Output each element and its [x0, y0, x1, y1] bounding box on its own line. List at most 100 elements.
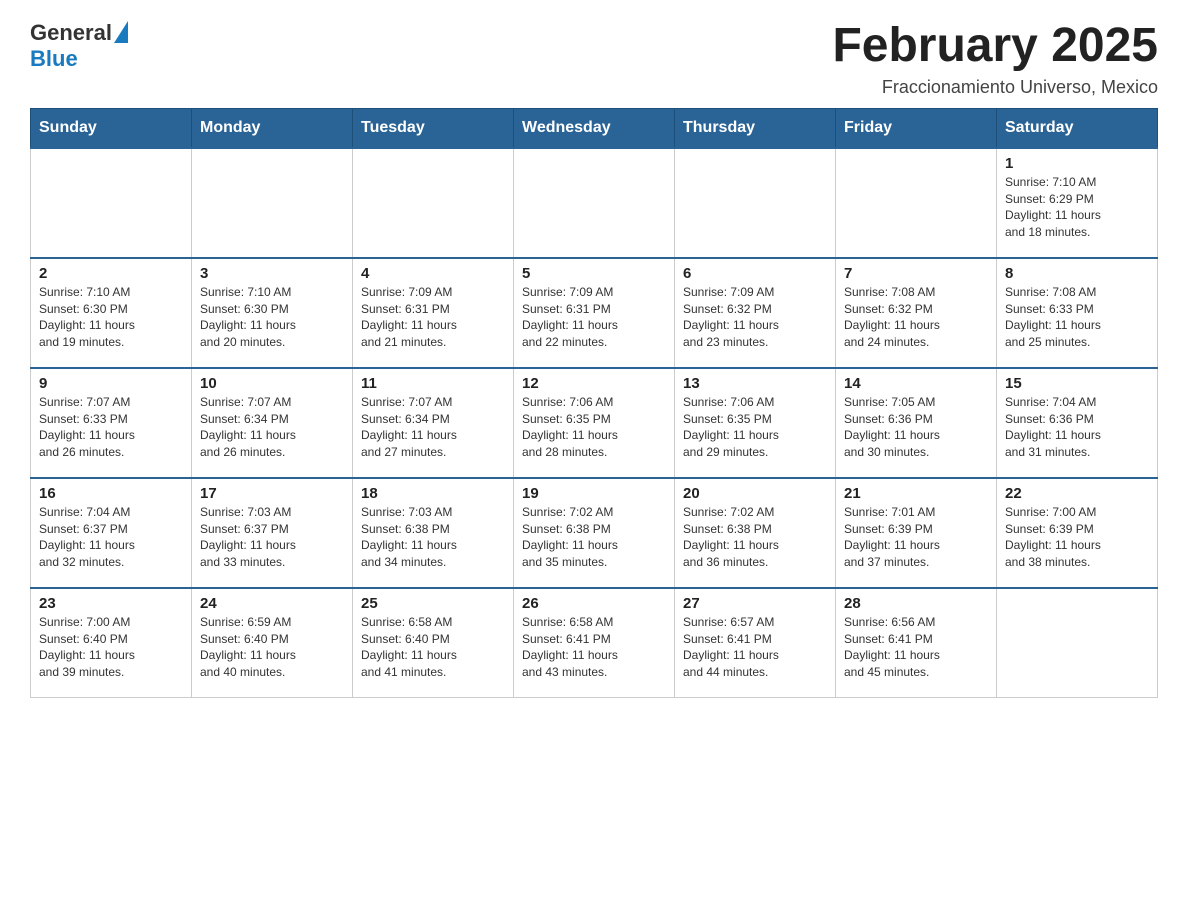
- calendar-cell: 21 Sunrise: 7:01 AM Sunset: 6:39 PM Dayli…: [836, 478, 997, 588]
- calendar-cell: 23Sunrise: 7:00 AM Sunset: 6:40 PM Dayli…: [31, 588, 192, 698]
- calendar-header-row: SundayMondayTuesdayWednesdayThursdayFrid…: [31, 108, 1158, 148]
- day-info: Sunrise: 7:07 AM Sunset: 6:33 PM Dayligh…: [39, 394, 183, 461]
- day-info: Sunrise: 7:02 AM Sunset: 6:38 PM Dayligh…: [683, 504, 827, 571]
- title-area: February 2025 Fraccionamiento Universo, …: [832, 20, 1158, 98]
- day-info: Sunrise: 7:00 AM Sunset: 6:39 PM Dayligh…: [1005, 504, 1149, 571]
- weekday-header-saturday: Saturday: [997, 108, 1158, 148]
- day-info: Sunrise: 6:57 AM Sunset: 6:41 PM Dayligh…: [683, 614, 827, 681]
- calendar-cell: 22 Sunrise: 7:00 AM Sunset: 6:39 PM Dayli…: [997, 478, 1158, 588]
- day-info: Sunrise: 7:04 AM Sunset: 6:36 PM Dayligh…: [1005, 394, 1149, 461]
- day-info: Sunrise: 6:56 AM Sunset: 6:41 PM Dayligh…: [844, 614, 988, 681]
- calendar-cell: 19 Sunrise: 7:02 AM Sunset: 6:38 PM Dayli…: [514, 478, 675, 588]
- day-info: Sunrise: 7:06 AM Sunset: 6:35 PM Dayligh…: [683, 394, 827, 461]
- calendar-cell: 11 Sunrise: 7:07 AM Sunset: 6:34 PM Dayli…: [353, 368, 514, 478]
- weekday-header-monday: Monday: [192, 108, 353, 148]
- day-number: 28: [844, 595, 988, 612]
- day-info: Sunrise: 7:08 AM Sunset: 6:33 PM Dayligh…: [1005, 284, 1149, 351]
- calendar-cell: 15 Sunrise: 7:04 AM Sunset: 6:36 PM Dayli…: [997, 368, 1158, 478]
- day-info: Sunrise: 7:06 AM Sunset: 6:35 PM Dayligh…: [522, 394, 666, 461]
- day-number: 16: [39, 485, 183, 502]
- day-info: Sunrise: 7:07 AM Sunset: 6:34 PM Dayligh…: [200, 394, 344, 461]
- calendar-cell: 26Sunrise: 6:58 AM Sunset: 6:41 PM Dayli…: [514, 588, 675, 698]
- calendar-cell: 20 Sunrise: 7:02 AM Sunset: 6:38 PM Dayli…: [675, 478, 836, 588]
- day-info: Sunrise: 7:08 AM Sunset: 6:32 PM Dayligh…: [844, 284, 988, 351]
- day-info: Sunrise: 7:10 AM Sunset: 6:30 PM Dayligh…: [200, 284, 344, 351]
- calendar-cell: [514, 148, 675, 258]
- calendar-cell: 2 Sunrise: 7:10 AM Sunset: 6:30 PM Daylig…: [31, 258, 192, 368]
- day-info: Sunrise: 7:05 AM Sunset: 6:36 PM Dayligh…: [844, 394, 988, 461]
- calendar-cell: [997, 588, 1158, 698]
- day-number: 14: [844, 375, 988, 392]
- calendar-cell: 18 Sunrise: 7:03 AM Sunset: 6:38 PM Dayli…: [353, 478, 514, 588]
- day-number: 7: [844, 265, 988, 282]
- calendar-cell: 9Sunrise: 7:07 AM Sunset: 6:33 PM Daylig…: [31, 368, 192, 478]
- page-header: General Blue February 2025 Fraccionamien…: [30, 20, 1158, 98]
- calendar-table: SundayMondayTuesdayWednesdayThursdayFrid…: [30, 108, 1158, 699]
- calendar-cell: [353, 148, 514, 258]
- logo-blue: Blue: [30, 46, 78, 71]
- location: Fraccionamiento Universo, Mexico: [832, 77, 1158, 98]
- day-info: Sunrise: 7:01 AM Sunset: 6:39 PM Dayligh…: [844, 504, 988, 571]
- day-number: 25: [361, 595, 505, 612]
- day-info: Sunrise: 7:00 AM Sunset: 6:40 PM Dayligh…: [39, 614, 183, 681]
- calendar-cell: 7 Sunrise: 7:08 AM Sunset: 6:32 PM Daylig…: [836, 258, 997, 368]
- day-number: 27: [683, 595, 827, 612]
- day-number: 24: [200, 595, 344, 612]
- day-number: 12: [522, 375, 666, 392]
- day-info: Sunrise: 7:07 AM Sunset: 6:34 PM Dayligh…: [361, 394, 505, 461]
- day-info: Sunrise: 7:02 AM Sunset: 6:38 PM Dayligh…: [522, 504, 666, 571]
- day-number: 6: [683, 265, 827, 282]
- day-number: 18: [361, 485, 505, 502]
- day-number: 2: [39, 265, 183, 282]
- calendar-cell: 6 Sunrise: 7:09 AM Sunset: 6:32 PM Daylig…: [675, 258, 836, 368]
- calendar-cell: 4Sunrise: 7:09 AM Sunset: 6:31 PM Daylig…: [353, 258, 514, 368]
- calendar-cell: 24Sunrise: 6:59 AM Sunset: 6:40 PM Dayli…: [192, 588, 353, 698]
- day-info: Sunrise: 7:09 AM Sunset: 6:31 PM Dayligh…: [522, 284, 666, 351]
- calendar-cell: 17 Sunrise: 7:03 AM Sunset: 6:37 PM Dayli…: [192, 478, 353, 588]
- calendar-cell: [675, 148, 836, 258]
- day-number: 15: [1005, 375, 1149, 392]
- day-info: Sunrise: 7:10 AM Sunset: 6:30 PM Dayligh…: [39, 284, 183, 351]
- weekday-header-sunday: Sunday: [31, 108, 192, 148]
- day-number: 10: [200, 375, 344, 392]
- day-info: Sunrise: 7:03 AM Sunset: 6:37 PM Dayligh…: [200, 504, 344, 571]
- calendar-week-row: 23Sunrise: 7:00 AM Sunset: 6:40 PM Dayli…: [31, 588, 1158, 698]
- calendar-cell: 16 Sunrise: 7:04 AM Sunset: 6:37 PM Dayli…: [31, 478, 192, 588]
- day-number: 20: [683, 485, 827, 502]
- day-number: 8: [1005, 265, 1149, 282]
- day-number: 1: [1005, 155, 1149, 172]
- calendar-week-row: 9Sunrise: 7:07 AM Sunset: 6:33 PM Daylig…: [31, 368, 1158, 478]
- day-number: 11: [361, 375, 505, 392]
- day-info: Sunrise: 7:10 AM Sunset: 6:29 PM Dayligh…: [1005, 174, 1149, 241]
- day-number: 19: [522, 485, 666, 502]
- calendar-cell: 12 Sunrise: 7:06 AM Sunset: 6:35 PM Dayli…: [514, 368, 675, 478]
- calendar-cell: 14 Sunrise: 7:05 AM Sunset: 6:36 PM Dayli…: [836, 368, 997, 478]
- calendar-cell: 25Sunrise: 6:58 AM Sunset: 6:40 PM Dayli…: [353, 588, 514, 698]
- day-number: 13: [683, 375, 827, 392]
- weekday-header-wednesday: Wednesday: [514, 108, 675, 148]
- calendar-cell: [192, 148, 353, 258]
- day-info: Sunrise: 7:09 AM Sunset: 6:31 PM Dayligh…: [361, 284, 505, 351]
- calendar-cell: 3Sunrise: 7:10 AM Sunset: 6:30 PM Daylig…: [192, 258, 353, 368]
- calendar-cell: 1 Sunrise: 7:10 AM Sunset: 6:29 PM Daylig…: [997, 148, 1158, 258]
- month-title: February 2025: [832, 20, 1158, 73]
- day-info: Sunrise: 7:04 AM Sunset: 6:37 PM Dayligh…: [39, 504, 183, 571]
- calendar-cell: 10 Sunrise: 7:07 AM Sunset: 6:34 PM Dayli…: [192, 368, 353, 478]
- logo-triangle-icon: [114, 21, 128, 43]
- day-number: 5: [522, 265, 666, 282]
- calendar-cell: 27 Sunrise: 6:57 AM Sunset: 6:41 PM Dayli…: [675, 588, 836, 698]
- calendar-cell: [836, 148, 997, 258]
- calendar-cell: 13 Sunrise: 7:06 AM Sunset: 6:35 PM Dayli…: [675, 368, 836, 478]
- calendar-week-row: 2 Sunrise: 7:10 AM Sunset: 6:30 PM Daylig…: [31, 258, 1158, 368]
- calendar-week-row: 16 Sunrise: 7:04 AM Sunset: 6:37 PM Dayli…: [31, 478, 1158, 588]
- day-info: Sunrise: 7:03 AM Sunset: 6:38 PM Dayligh…: [361, 504, 505, 571]
- day-number: 21: [844, 485, 988, 502]
- day-number: 17: [200, 485, 344, 502]
- calendar-cell: 5 Sunrise: 7:09 AM Sunset: 6:31 PM Daylig…: [514, 258, 675, 368]
- day-number: 26: [522, 595, 666, 612]
- calendar-cell: 8 Sunrise: 7:08 AM Sunset: 6:33 PM Daylig…: [997, 258, 1158, 368]
- logo-general: General: [30, 20, 112, 46]
- calendar-cell: [31, 148, 192, 258]
- day-info: Sunrise: 7:09 AM Sunset: 6:32 PM Dayligh…: [683, 284, 827, 351]
- day-number: 22: [1005, 485, 1149, 502]
